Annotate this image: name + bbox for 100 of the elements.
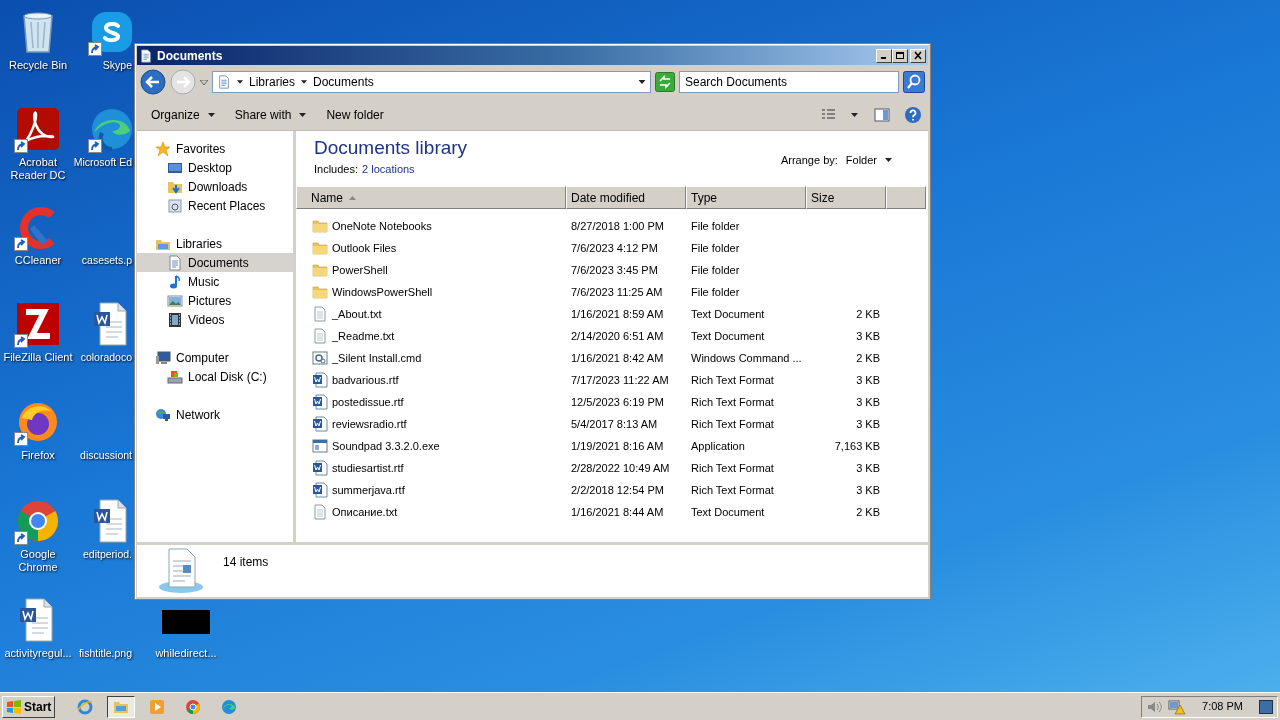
- sidebar-item[interactable]: Favorites: [137, 139, 293, 158]
- table-cell-text: 1/16/2021 8:42 AM: [570, 350, 665, 366]
- column-header[interactable]: Type: [686, 186, 806, 209]
- recent-places-icon: [167, 197, 183, 214]
- table-cell-text: 2/28/2022 10:49 AM: [570, 460, 671, 476]
- folder-icon: [312, 218, 328, 234]
- file-name[interactable]: PowerShell: [332, 261, 388, 279]
- browser-icon: [77, 698, 94, 715]
- table-cell-text: 7/6/2023 11:25 AM: [570, 284, 664, 300]
- table-cell-text: 5/4/2017 8:13 AM: [570, 416, 659, 432]
- column-header[interactable]: Date modified: [566, 186, 686, 209]
- table-cell-text: 8/27/2018 1:00 PM: [570, 218, 665, 234]
- table-cell-text: Text Document: [690, 504, 766, 520]
- file-name[interactable]: WindowsPowerShell: [332, 283, 433, 301]
- column-header[interactable]: Name: [296, 186, 566, 209]
- column-header[interactable]: Size: [806, 186, 886, 209]
- file-name[interactable]: postedissue.rtf: [332, 393, 404, 411]
- file-name[interactable]: summerjava.rtf: [332, 481, 405, 499]
- search-button[interactable]: [903, 71, 925, 93]
- network-icon: [155, 406, 171, 423]
- sidebar-item[interactable]: Music: [137, 272, 293, 291]
- app-icon: [14, 300, 62, 348]
- breadcrumb-item[interactable]: Documents: [313, 73, 374, 91]
- file-name[interactable]: Outlook Files: [332, 239, 397, 257]
- table-cell-text: 7/17/2023 11:22 AM: [570, 372, 670, 388]
- gear-file-icon: [312, 350, 328, 366]
- folder-icon: [312, 240, 328, 256]
- icon-label[interactable]: activityregul...: [3, 647, 73, 660]
- file-name[interactable]: OneNote Notebooks: [332, 217, 432, 235]
- network-warning-icon: [1168, 698, 1187, 715]
- icon-label[interactable]: discussiont: [80, 449, 132, 462]
- table-cell-text: File folder: [690, 262, 741, 278]
- arrange-dropdown[interactable]: Folder: [845, 152, 892, 169]
- table-cell-text: Rich Text Format: [690, 416, 775, 432]
- icon-label[interactable]: Microsoft Ed: [73, 156, 132, 169]
- sidebar-item[interactable]: Recent Places: [137, 196, 293, 215]
- sidebar-item[interactable]: Downloads: [137, 177, 293, 196]
- refresh-button[interactable]: [655, 72, 675, 92]
- icon-label[interactable]: Google Chrome: [3, 548, 73, 574]
- sidebar-item[interactable]: Videos: [137, 310, 293, 329]
- maximize-button[interactable]: [892, 48, 908, 63]
- table-cell-text: 3 KB: [855, 328, 881, 344]
- sidebar-item[interactable]: Pictures: [137, 291, 293, 310]
- breadcrumb-caret-icon: [237, 80, 243, 84]
- text-file-icon: [312, 504, 328, 520]
- file-name[interactable]: studiesartist.rtf: [332, 459, 404, 477]
- column-header[interactable]: [886, 186, 926, 209]
- file-name[interactable]: _Readme.txt: [332, 327, 395, 345]
- table-cell-text: 2/14/2020 6:51 AM: [570, 328, 665, 344]
- icon-label[interactable]: editperiod.: [82, 548, 132, 561]
- icon-label[interactable]: Recycle Bin: [3, 59, 73, 72]
- film-icon: [167, 311, 183, 328]
- toolbar-button[interactable]: New folder: [318, 102, 392, 127]
- show-desktop-button[interactable]: [1259, 699, 1273, 714]
- icon-label[interactable]: Firefox: [3, 449, 73, 462]
- icon-label[interactable]: casesets.p: [81, 254, 132, 267]
- menu-button[interactable]: Organize: [143, 102, 223, 127]
- icon-label[interactable]: fishtitle.png: [78, 647, 132, 660]
- table-cell-text: 1/19/2021 8:16 AM: [570, 438, 665, 454]
- clock[interactable]: 7:08 PM: [1192, 698, 1253, 715]
- table-cell-text: 7,163 KB: [833, 438, 881, 454]
- table-cell-text: 12/5/2023 6:19 PM: [570, 394, 665, 410]
- file-name[interactable]: Soundpad 3.3.2.0.exe: [332, 437, 440, 455]
- table-cell-text: File folder: [690, 240, 741, 256]
- table-cell-text: 7/6/2023 4:12 PM: [570, 240, 659, 256]
- file-name[interactable]: badvarious.rtf: [332, 371, 399, 389]
- locations-link[interactable]: 2 locations: [362, 161, 415, 178]
- icon-label[interactable]: CCleaner: [3, 254, 73, 267]
- sidebar-item[interactable]: Desktop: [137, 158, 293, 177]
- taskbar-button[interactable]: [107, 695, 136, 718]
- close-button[interactable]: [910, 48, 926, 63]
- back-button[interactable]: [140, 69, 166, 95]
- icon-label[interactable]: Acrobat Reader DC: [3, 156, 73, 182]
- word-file-icon: [312, 460, 328, 476]
- breadcrumb-item[interactable]: Libraries: [249, 73, 296, 91]
- sidebar-item[interactable]: Documents: [137, 253, 293, 272]
- file-name[interactable]: _Silent Install.cmd: [332, 349, 422, 367]
- icon-label[interactable]: coloradoco: [80, 351, 132, 364]
- minimize-button[interactable]: [876, 48, 892, 63]
- start-button[interactable]: Start: [2, 695, 56, 718]
- recent-pages-caret-icon: [200, 79, 208, 85]
- file-name[interactable]: _About.txt: [332, 305, 382, 323]
- sidebar-item[interactable]: Local Disk (C:): [137, 367, 293, 386]
- icon-label[interactable]: whiledirect...: [155, 647, 217, 660]
- table-cell-text: Rich Text Format: [690, 460, 775, 476]
- menu-button[interactable]: Share with: [226, 102, 315, 127]
- file-name[interactable]: Описание.txt: [332, 503, 398, 521]
- close-icon: [913, 51, 923, 60]
- address-bar[interactable]: Libraries Documents: [212, 71, 651, 93]
- document-icon: [139, 48, 153, 63]
- sidebar-item[interactable]: Libraries: [137, 234, 293, 253]
- icon-label[interactable]: FileZilla Client: [3, 351, 73, 364]
- word-file-icon: [312, 482, 328, 498]
- sidebar-item[interactable]: Computer: [137, 348, 293, 367]
- folder-icon: [312, 262, 328, 278]
- caret-icon: [851, 112, 858, 117]
- icon-label[interactable]: Skype: [102, 59, 132, 72]
- table-cell-text: 2 KB: [855, 504, 881, 520]
- file-name[interactable]: reviewsradio.rtf: [332, 415, 407, 433]
- sidebar-item[interactable]: Network: [137, 405, 293, 424]
